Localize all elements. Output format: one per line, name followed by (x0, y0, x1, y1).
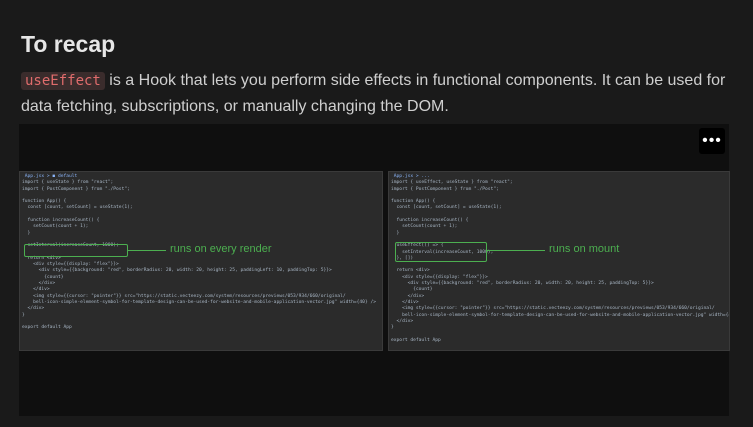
annotation-arrow-left (128, 250, 166, 251)
code-panel-on-mount: App.jsx > ... import { useEffect, useSta… (388, 171, 730, 351)
useeffect-highlight-box (395, 242, 487, 262)
annotation-every-render: runs on every render (170, 243, 272, 255)
section-heading: To recap (21, 31, 116, 57)
editor-tab-left: App.jsx > ◼ default (22, 174, 78, 179)
code-block-left: App.jsx > ◼ default import { useState } … (22, 174, 380, 348)
more-options-button[interactable]: ••• (699, 128, 725, 154)
editor-tab-right: App.jsx > ... (391, 174, 430, 179)
ellipsis-icon: ••• (702, 132, 722, 149)
recap-text: is a Hook that lets you perform side eff… (21, 72, 726, 115)
code-panel-every-render: App.jsx > ◼ default import { useState } … (19, 171, 383, 351)
inline-code-useeffect: useEffect (21, 72, 105, 90)
setinterval-highlight-box (24, 244, 128, 257)
annotation-on-mount: runs on mount (549, 243, 620, 255)
annotation-arrow-right (487, 250, 545, 251)
code-comparison-image: ••• App.jsx > ◼ default import { useStat… (19, 124, 730, 416)
recap-paragraph: useEffect is a Hook that lets you perfor… (21, 68, 733, 119)
